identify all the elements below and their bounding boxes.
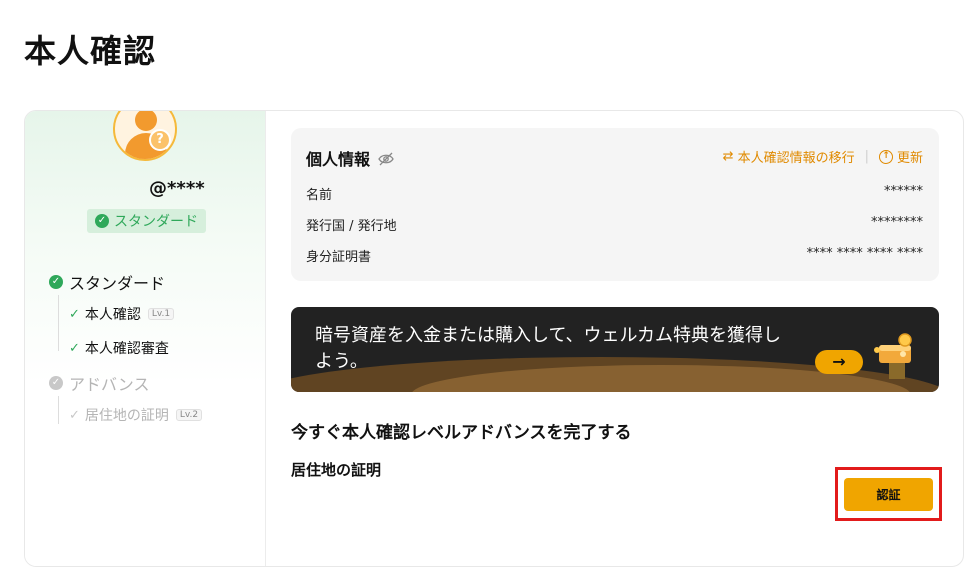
check-icon: ✓: [69, 306, 80, 322]
info-value: **** **** **** ****: [806, 246, 923, 261]
swap-icon: ⇄: [722, 149, 734, 164]
verify-button[interactable]: 認証: [844, 478, 933, 511]
info-value: ********: [871, 215, 923, 230]
tree-line: [58, 396, 59, 424]
check-circle-icon: ✓: [49, 275, 63, 289]
arrow-right-button[interactable]: →: [815, 350, 863, 374]
personal-info-actions: ⇄ 本人確認情報の移行 | ↑ 更新: [723, 147, 923, 166]
info-row-name: 名前 ******: [306, 184, 923, 203]
question-icon: ?: [149, 129, 171, 151]
info-row-id-document: 身分証明書 **** **** **** ****: [306, 246, 923, 265]
level-tag: Lv.2: [175, 409, 203, 421]
refresh-label: 更新: [896, 151, 923, 166]
info-label: 身分証明書: [306, 250, 372, 265]
avatar-head: [135, 111, 157, 131]
eye-off-icon[interactable]: [378, 151, 394, 166]
level-advance-label: アドバンス: [69, 375, 150, 394]
status-badge-label: スタンダード: [114, 214, 198, 230]
promo-banner[interactable]: 暗号資産を入金または購入して、ウェルカム特典を獲得しよう。 →: [291, 307, 939, 392]
info-label: 名前: [306, 188, 333, 203]
verification-sidebar: ? @**** ✓ スタンダード ✓ スタンダード ✓ 本人確認 Lv.1 ✓ …: [25, 111, 266, 566]
check-icon: ✓: [69, 340, 80, 356]
step-identity: ✓ 本人確認 Lv.1: [69, 304, 175, 324]
check-circle-icon: ✓: [95, 214, 109, 228]
step-address-proof: ✓ 居住地の証明 Lv.2: [69, 405, 203, 425]
username: @****: [149, 178, 205, 199]
avatar: ?: [113, 111, 177, 161]
address-proof-label: 居住地の証明: [291, 461, 382, 479]
level-standard: ✓ スタンダード: [49, 270, 165, 294]
refresh-link[interactable]: ↑ 更新: [878, 147, 923, 166]
personal-info-panel: 個人情報 ⇄ 本人確認情報の移行 | ↑ 更新 名前 ****** 発行国 / …: [291, 128, 939, 281]
arrow-up-circle-icon: ↑: [878, 149, 893, 164]
step-label: 居住地の証明: [84, 408, 169, 424]
level-tag: Lv.1: [147, 308, 175, 320]
step-label: 本人確認審査: [84, 341, 169, 357]
page-title: 本人確認: [24, 32, 157, 70]
info-value: ******: [884, 184, 923, 199]
step-identity-review: ✓ 本人確認審査: [69, 338, 169, 358]
step-label: 本人確認: [84, 307, 141, 323]
check-icon: ✓: [69, 407, 80, 423]
info-label: 発行国 / 発行地: [306, 219, 397, 234]
level-advance: ✓ アドバンス: [49, 371, 149, 395]
divider: |: [864, 149, 869, 164]
info-row-country: 発行国 / 発行地 ********: [306, 215, 923, 234]
personal-info-title: 個人情報: [306, 146, 394, 170]
check-circle-icon: ✓: [49, 376, 63, 390]
migrate-info-link[interactable]: ⇄ 本人確認情報の移行: [723, 147, 855, 166]
tree-line: [58, 295, 59, 351]
level-standard-label: スタンダード: [69, 274, 166, 293]
wallet-icon: [873, 333, 917, 379]
complete-advance-heading: 今すぐ本人確認レベルアドバンスを完了する: [291, 423, 632, 443]
verification-card: ? @**** ✓ スタンダード ✓ スタンダード ✓ 本人確認 Lv.1 ✓ …: [24, 110, 964, 567]
personal-info-title-text: 個人情報: [306, 150, 371, 169]
promo-banner-text: 暗号資産を入金または購入して、ウェルカム特典を獲得しよう。: [315, 325, 782, 372]
migrate-info-label: 本人確認情報の移行: [737, 151, 855, 166]
status-badge: ✓ スタンダード: [87, 209, 206, 233]
